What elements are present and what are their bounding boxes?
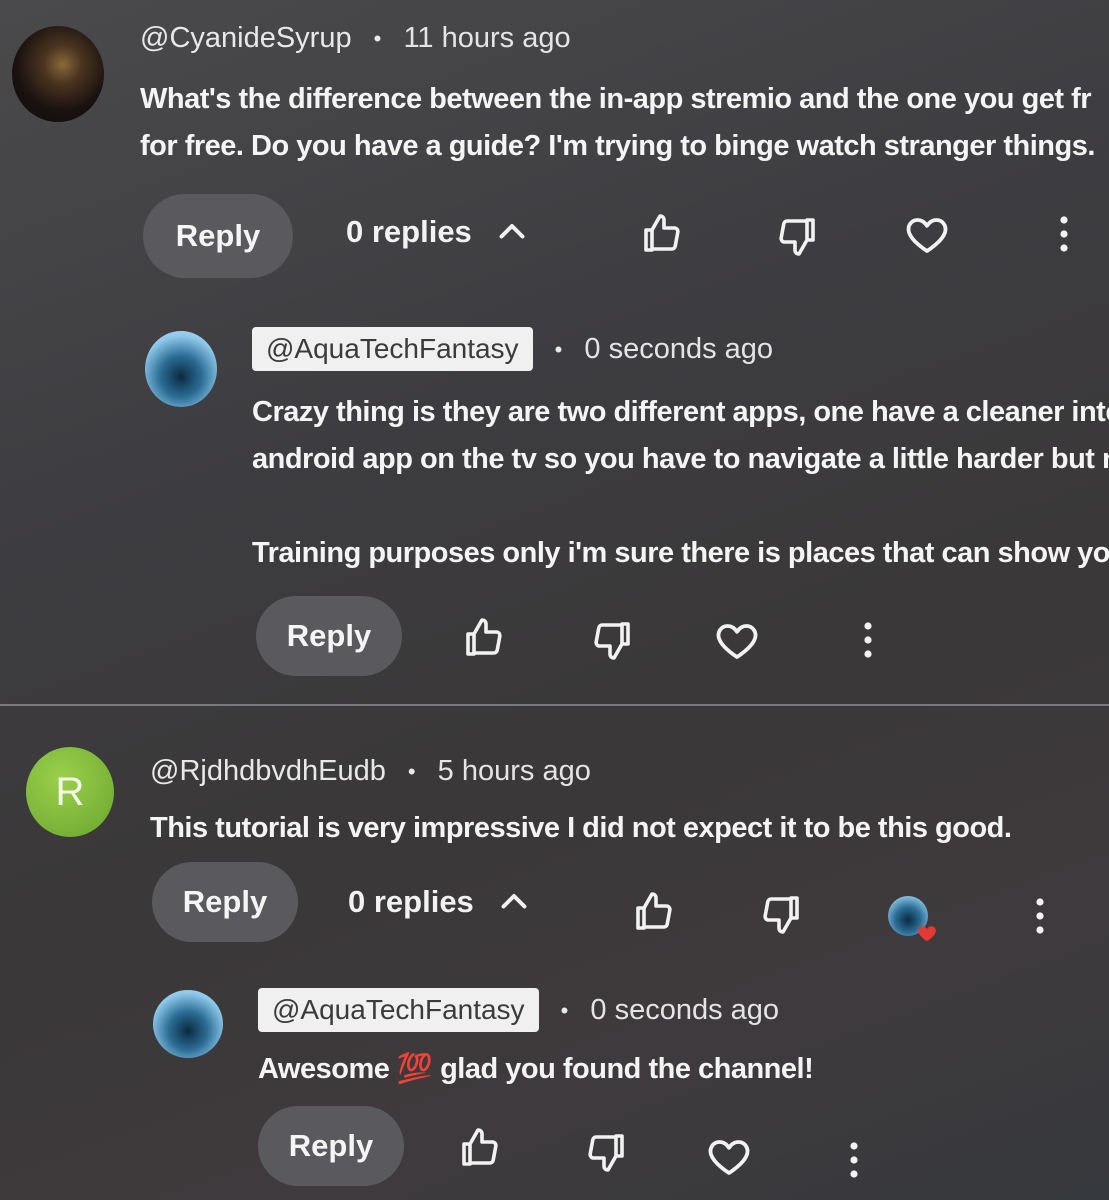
separator-dot: • [560, 998, 569, 1024]
thread-divider [0, 704, 1109, 706]
reply-author[interactable]: @AquaTechFantasy [252, 327, 533, 371]
avatar-letter: R [55, 770, 85, 814]
reply-button[interactable]: Reply [258, 1106, 404, 1186]
more-vert-icon[interactable] [1016, 892, 1064, 940]
avatar[interactable] [12, 26, 104, 122]
reply-text-line: Awesome 💯 glad you found the channel! [258, 1053, 814, 1085]
creator-heart-badge[interactable] [888, 896, 942, 948]
comment-header: @CyanideSyrup • 11 hours ago [140, 22, 571, 55]
comment-time[interactable]: 11 hours ago [403, 22, 570, 54]
reply-button[interactable]: Reply [256, 596, 402, 676]
avatar[interactable]: R [26, 747, 114, 837]
thumbs-down-icon[interactable] [582, 1128, 630, 1176]
comment-author[interactable]: @CyanideSyrup [140, 22, 352, 54]
reply-header: @AquaTechFantasy • 0 seconds ago [252, 327, 773, 371]
heart-icon[interactable] [713, 616, 761, 664]
comment-time[interactable]: 5 hours ago [438, 755, 591, 787]
comment-author[interactable]: @RjdhdbvdhEudb [150, 755, 386, 787]
replies-toggle[interactable]: 0 replies [346, 214, 530, 250]
avatar[interactable] [145, 331, 217, 407]
thumbs-up-icon[interactable] [630, 888, 678, 936]
reply-text: Crazy thing is they are two different ap… [252, 389, 1109, 577]
comment-text-line: What's the difference between the in-app… [140, 83, 1092, 115]
reply-time[interactable]: 0 seconds ago [584, 333, 773, 365]
reply-button[interactable]: Reply [152, 862, 298, 942]
reply-text: Awesome 💯 glad you found the channel! [258, 1046, 814, 1093]
separator-dot: • [407, 759, 416, 785]
replies-count: 0 replies [346, 214, 472, 249]
replies-count: 0 replies [348, 884, 474, 919]
reply-author[interactable]: @AquaTechFantasy [258, 988, 539, 1032]
more-vert-icon[interactable] [830, 1136, 878, 1184]
comment-text: What's the difference between the in-app… [140, 76, 1095, 170]
separator-dot: • [554, 337, 563, 363]
comment-text: This tutorial is very impressive I did n… [150, 805, 1012, 852]
comment-header: @RjdhdbvdhEudb • 5 hours ago [150, 755, 591, 788]
reply-time[interactable]: 0 seconds ago [590, 994, 779, 1026]
reply-header: @AquaTechFantasy • 0 seconds ago [258, 988, 779, 1032]
reply-text-line: Crazy thing is they are two different ap… [252, 396, 1109, 428]
heart-icon [916, 922, 938, 944]
reply-text-line: android app on the tv so you have to nav… [252, 443, 1109, 475]
chevron-up-icon [494, 214, 530, 250]
thumbs-up-icon[interactable] [456, 1124, 504, 1172]
replies-toggle[interactable]: 0 replies [348, 884, 532, 920]
thumbs-down-icon[interactable] [773, 212, 821, 260]
more-vert-icon[interactable] [844, 616, 892, 664]
thumbs-up-icon[interactable] [638, 210, 686, 258]
reply-text-line: Training purposes only i'm sure there is… [252, 537, 1109, 569]
thumbs-down-icon[interactable] [757, 890, 805, 938]
avatar[interactable] [153, 990, 223, 1058]
thumbs-up-icon[interactable] [460, 614, 508, 662]
comment-text-line: This tutorial is very impressive I did n… [150, 812, 1012, 844]
heart-icon[interactable] [705, 1132, 753, 1180]
heart-icon[interactable] [903, 210, 951, 258]
more-vert-icon[interactable] [1040, 210, 1088, 258]
thumbs-down-icon[interactable] [588, 616, 636, 664]
reply-button[interactable]: Reply [143, 194, 293, 278]
separator-dot: • [373, 26, 382, 52]
chevron-up-icon [496, 884, 532, 920]
comment-text-line: for free. Do you have a guide? I'm tryin… [140, 130, 1095, 162]
